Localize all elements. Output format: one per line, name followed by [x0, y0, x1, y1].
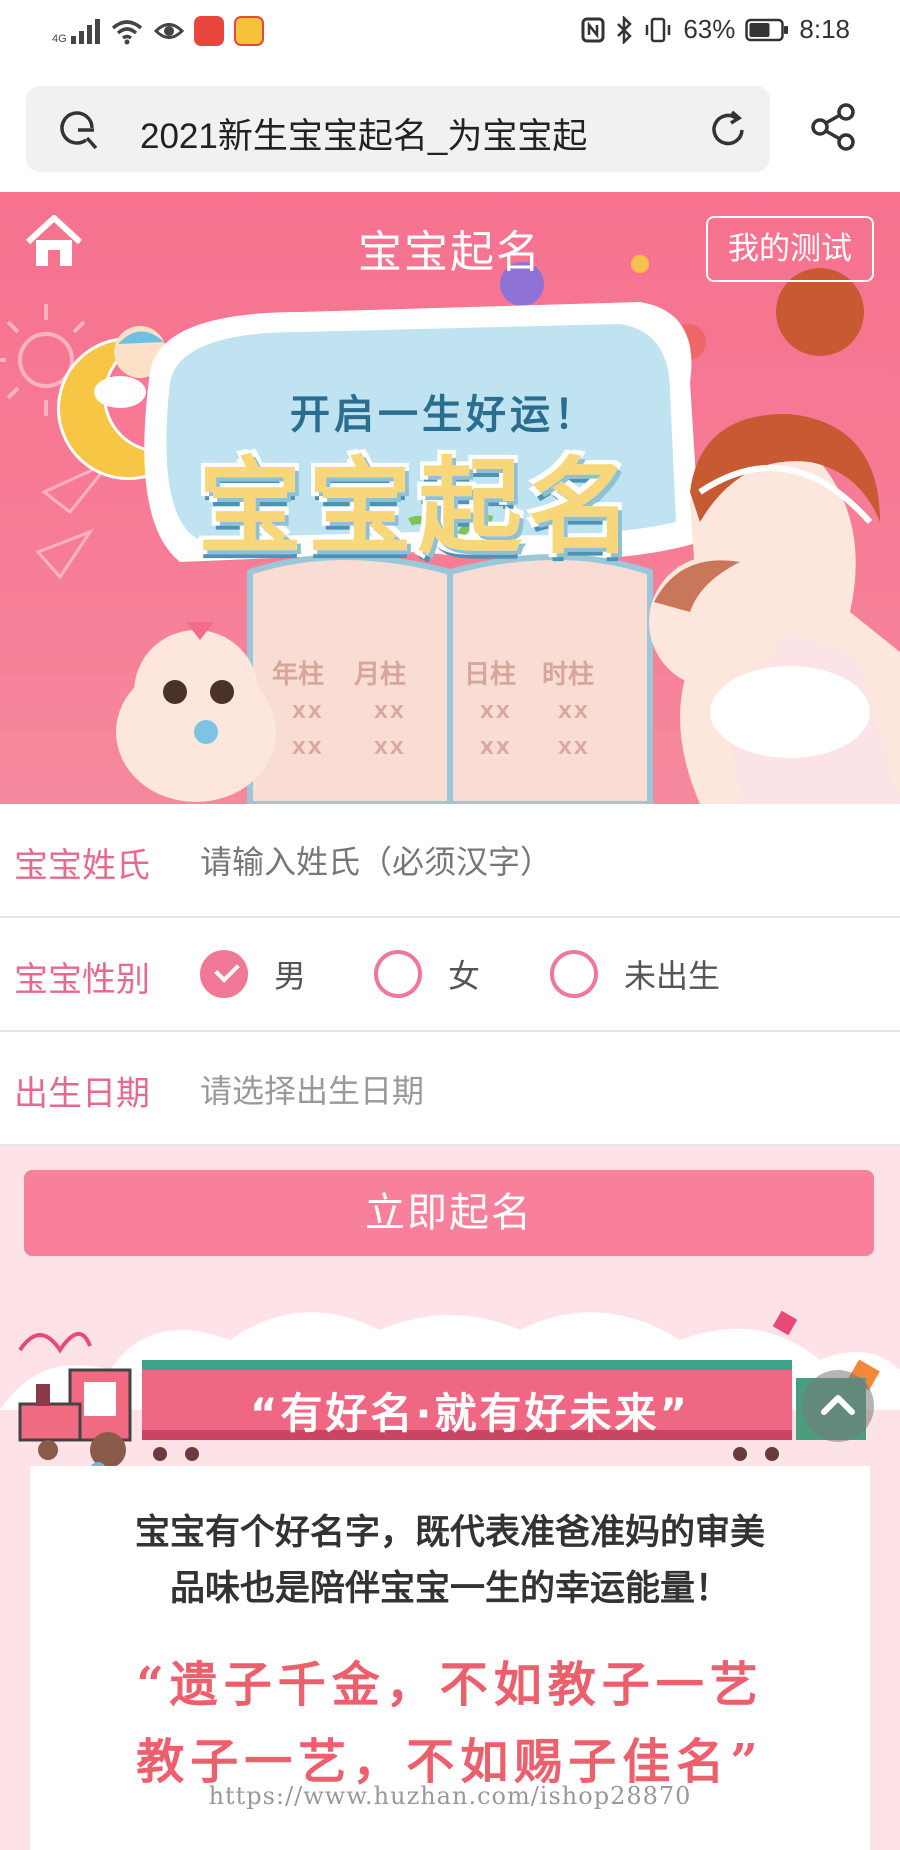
address-bar[interactable]: 2021新生宝宝起名_为宝宝起: [26, 86, 770, 172]
gender-label: 宝宝性别: [14, 960, 150, 1000]
gender-row: 宝宝性别 男 女 未出生: [0, 918, 900, 1032]
signal-bars-icon: [70, 18, 100, 44]
pillar-cell: XX: [558, 738, 590, 759]
submit-naming-button[interactable]: 立即起名: [24, 1170, 874, 1256]
surname-label: 宝宝姓氏: [14, 846, 150, 886]
chevron-up-icon[interactable]: [802, 1370, 874, 1442]
gender-option-label: 女: [448, 957, 481, 995]
share-icon[interactable]: [808, 102, 858, 152]
gender-option-label: 男: [274, 957, 307, 995]
quote-line: “遗子千金，不如教子一艺: [136, 1657, 764, 1713]
pillar-hour: 时柱: [542, 660, 595, 690]
search-icon[interactable]: [56, 108, 100, 152]
pillar-month: 月柱: [354, 660, 407, 690]
status-right: 63% 8:18: [581, 14, 850, 45]
gender-option-label: 未出生: [624, 957, 721, 995]
wifi-icon: [111, 20, 142, 45]
pillar-cell: XX: [374, 738, 406, 759]
bluetooth-icon: [617, 15, 633, 44]
status-left: 4G: [52, 16, 264, 46]
gender-option-unborn[interactable]: 未出生: [550, 946, 720, 1002]
network-type: 4G: [52, 33, 67, 45]
birthdate-picker[interactable]: 请选择出生日期: [200, 1066, 424, 1112]
weibo-icon: [233, 16, 264, 46]
pillar-cell: XX: [292, 702, 324, 723]
banner-title: 宝宝起名: [198, 446, 639, 568]
intro-line: 品味也是陪伴宝宝一生的幸运能量！: [169, 1569, 730, 1609]
pillar-cell: XX: [558, 702, 590, 723]
watermark-text: https://www.huzhan.com/ishop28870: [208, 1782, 692, 1810]
pillar-year: 年柱: [272, 660, 325, 690]
pillar-cell: XX: [480, 738, 512, 759]
pillar-cell: XX: [374, 702, 406, 723]
scroll-to-top-button[interactable]: [802, 1370, 874, 1442]
app-notification-icon: [193, 16, 224, 46]
refresh-icon[interactable]: [706, 108, 750, 152]
my-test-button[interactable]: 我的测试: [706, 216, 874, 282]
hero-banner: 宝宝起名 我的测试 开启一生好运！ 宝宝起名 年柱 月柱 日柱 时柱 XX XX…: [0, 192, 900, 804]
promo-banner-text: “有好名·就有好未来”: [249, 1389, 691, 1438]
radio-unchecked-icon[interactable]: [374, 950, 422, 998]
radio-unchecked-icon[interactable]: [550, 950, 598, 998]
cell-signal: 4G: [52, 18, 100, 45]
intro-line: 宝宝有个好名字，既代表准爸准妈的审美: [134, 1513, 765, 1553]
gender-option-female[interactable]: 女: [374, 946, 480, 1002]
surname-input[interactable]: [200, 832, 860, 892]
radio-checked-icon[interactable]: [200, 950, 248, 998]
vibrate-icon: [646, 17, 671, 42]
birthdate-row[interactable]: 出生日期 请选择出生日期: [0, 1032, 900, 1146]
surname-row: 宝宝姓氏: [0, 804, 900, 918]
gender-option-male[interactable]: 男: [200, 946, 306, 1002]
pillar-cell: XX: [480, 702, 512, 723]
eye-icon: [153, 23, 184, 39]
url-text[interactable]: 2021新生宝宝起名_为宝宝起: [140, 108, 680, 159]
intro-text: 宝宝有个好名字，既代表准爸准妈的审美 品味也是陪伴宝宝一生的幸运能量！: [30, 1505, 870, 1617]
clock: 8:18: [799, 14, 850, 44]
status-bar: 4G 63% 8:18: [0, 0, 900, 66]
nfc-icon: [581, 17, 605, 42]
battery-percent: 63%: [683, 14, 736, 44]
pillar-day: 日柱: [464, 660, 517, 690]
battery-icon: [745, 18, 789, 41]
pillar-cell: XX: [292, 738, 324, 759]
birthdate-label: 出生日期: [14, 1074, 150, 1114]
